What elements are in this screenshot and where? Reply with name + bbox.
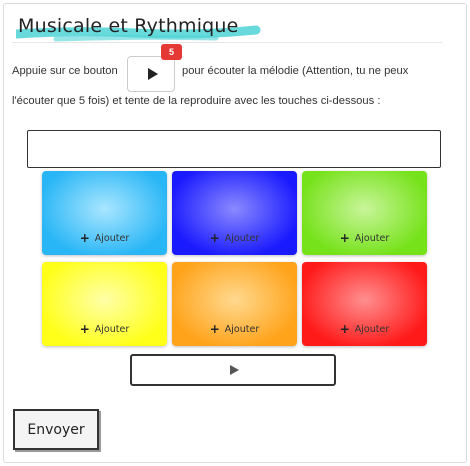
page-title: Musicale et Rythmique xyxy=(18,15,239,37)
note-tile-cyan[interactable]: + Ajouter xyxy=(42,171,167,255)
plus-icon: + xyxy=(339,322,350,336)
plus-icon: + xyxy=(79,322,90,336)
add-note-label: Ajouter xyxy=(94,323,130,335)
instructions-line-2: l'écouter que 5 fois) et tente de la rep… xyxy=(12,95,381,107)
add-note-label: Ajouter xyxy=(224,323,260,335)
instructions-line-1: Appuie sur ce bouton pour écouter la mél… xyxy=(12,56,408,86)
add-note-label: Ajouter xyxy=(224,232,260,244)
plus-icon: + xyxy=(339,231,350,245)
instructions-before-button: Appuie sur ce bouton xyxy=(12,65,118,77)
melody-answer-field[interactable] xyxy=(27,130,441,168)
note-tile-blue[interactable]: + Ajouter xyxy=(172,171,297,255)
play-melody-button[interactable] xyxy=(130,354,336,386)
add-note-button[interactable]: + Ajouter xyxy=(42,231,167,245)
instructions-after-button: pour écouter la mélodie (Attention, tu n… xyxy=(181,65,409,77)
plus-icon: + xyxy=(209,322,220,336)
listen-button[interactable] xyxy=(127,56,175,92)
add-note-button[interactable]: + Ajouter xyxy=(42,322,167,336)
title-divider xyxy=(12,42,442,43)
note-tile-green[interactable]: + Ajouter xyxy=(302,171,427,255)
add-note-button[interactable]: + Ajouter xyxy=(172,231,297,245)
note-tile-orange[interactable]: + Ajouter xyxy=(172,262,297,346)
note-tile-yellow[interactable]: + Ajouter xyxy=(42,262,167,346)
play-icon xyxy=(147,68,158,80)
add-note-button[interactable]: + Ajouter xyxy=(302,231,427,245)
plus-icon: + xyxy=(209,231,220,245)
add-note-button[interactable]: + Ajouter xyxy=(172,322,297,336)
add-note-label: Ajouter xyxy=(94,232,130,244)
add-note-label: Ajouter xyxy=(354,232,390,244)
remaining-plays-badge: 5 xyxy=(161,44,182,60)
add-note-button[interactable]: + Ajouter xyxy=(302,322,427,336)
add-note-label: Ajouter xyxy=(354,323,390,335)
submit-button[interactable]: Envoyer xyxy=(13,409,99,450)
note-tile-red[interactable]: + Ajouter xyxy=(302,262,427,346)
play-icon xyxy=(230,365,239,375)
plus-icon: + xyxy=(79,231,90,245)
